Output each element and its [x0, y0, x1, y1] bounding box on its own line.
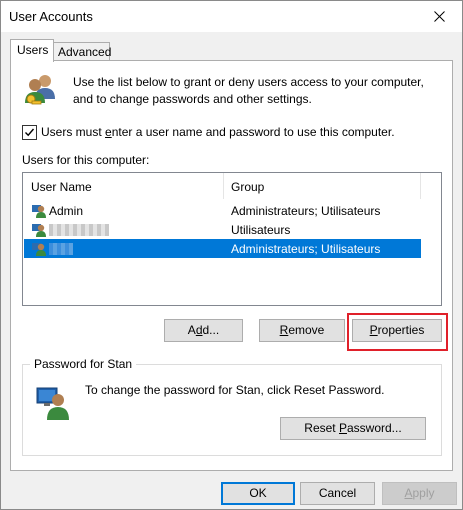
group-cell: Administrateurs; Utilisateurs [231, 204, 381, 218]
remove-button[interactable]: Remove [259, 319, 345, 342]
title-bar: User Accounts [1, 1, 462, 32]
add-text-post: d... [202, 323, 220, 337]
remove-text-post: emove [288, 323, 325, 337]
user-name-cell: Admin [49, 204, 84, 218]
intro-text: Use the list below to grant or deny user… [73, 74, 443, 108]
group-cell: Administrateurs; Utilisateurs [231, 242, 381, 256]
tab-advanced-label: Advanced [58, 45, 112, 59]
require-login-text-post: nter a user name and password to use thi… [111, 125, 395, 139]
reset-text-pre: Reset [304, 421, 339, 435]
users-group-icon [25, 75, 55, 105]
password-group-label: Password for Stan [30, 357, 137, 371]
intro-line-1: Use the list below to grant or deny user… [73, 75, 424, 89]
checkmark-icon [25, 128, 35, 137]
require-login-text-pre: Users must [41, 125, 106, 139]
reset-accelerator: P [338, 421, 347, 435]
window-title: User Accounts [9, 9, 93, 24]
add-button[interactable]: Add... [164, 319, 243, 342]
user-icon [32, 205, 46, 218]
table-row[interactable]: Admin Administrateurs; Utilisateurs [24, 201, 421, 220]
add-text-pre: A [187, 323, 196, 337]
column-group-label: Group [231, 180, 265, 194]
close-icon [433, 11, 445, 22]
password-instruction: To change the password for Stan, click R… [85, 383, 385, 397]
require-login-accelerator: e [105, 125, 112, 139]
table-row[interactable]: Utilisateurs [24, 220, 421, 239]
tab-users[interactable]: Users [10, 39, 54, 62]
apply-button[interactable]: Apply [382, 482, 457, 505]
user-icon [32, 243, 46, 256]
reset-password-button[interactable]: Reset Password... [280, 417, 426, 440]
users-list-label: Users for this computer: [22, 153, 150, 167]
redacted-user-name [49, 243, 73, 255]
reset-text-post: assword... [347, 421, 402, 435]
intro-line-2: and to change passwords and other settin… [73, 92, 312, 106]
require-login-checkbox[interactable] [22, 125, 37, 140]
require-login-label[interactable]: Users must enter a user name and passwor… [41, 125, 395, 139]
apply-accelerator: A [404, 486, 413, 500]
user-monitor-icon [36, 387, 69, 420]
redacted-user-name [49, 224, 109, 236]
ok-button[interactable]: OK [221, 482, 295, 505]
column-header-user-name[interactable]: User Name [23, 173, 224, 199]
column-user-name-label: User Name [31, 180, 92, 194]
apply-text-post: pply [412, 486, 435, 500]
cancel-button[interactable]: Cancel [300, 482, 375, 505]
close-button[interactable] [416, 1, 462, 32]
user-accounts-window: User Accounts Users Advanced Use the lis… [0, 0, 463, 510]
password-group-box [22, 364, 442, 456]
column-header-group[interactable]: Group [223, 173, 421, 199]
add-accelerator: d [195, 323, 203, 337]
tab-users-label: Users [17, 43, 49, 57]
users-listview[interactable]: User Name Group Admin Administrateurs; U… [22, 172, 442, 306]
remove-accelerator: R [279, 323, 289, 337]
properties-highlight-box [347, 313, 448, 351]
user-icon [32, 224, 46, 237]
tab-advanced[interactable]: Advanced [52, 42, 112, 62]
table-row-selected[interactable]: Administrateurs; Utilisateurs [24, 239, 421, 258]
group-cell: Utilisateurs [231, 223, 291, 237]
